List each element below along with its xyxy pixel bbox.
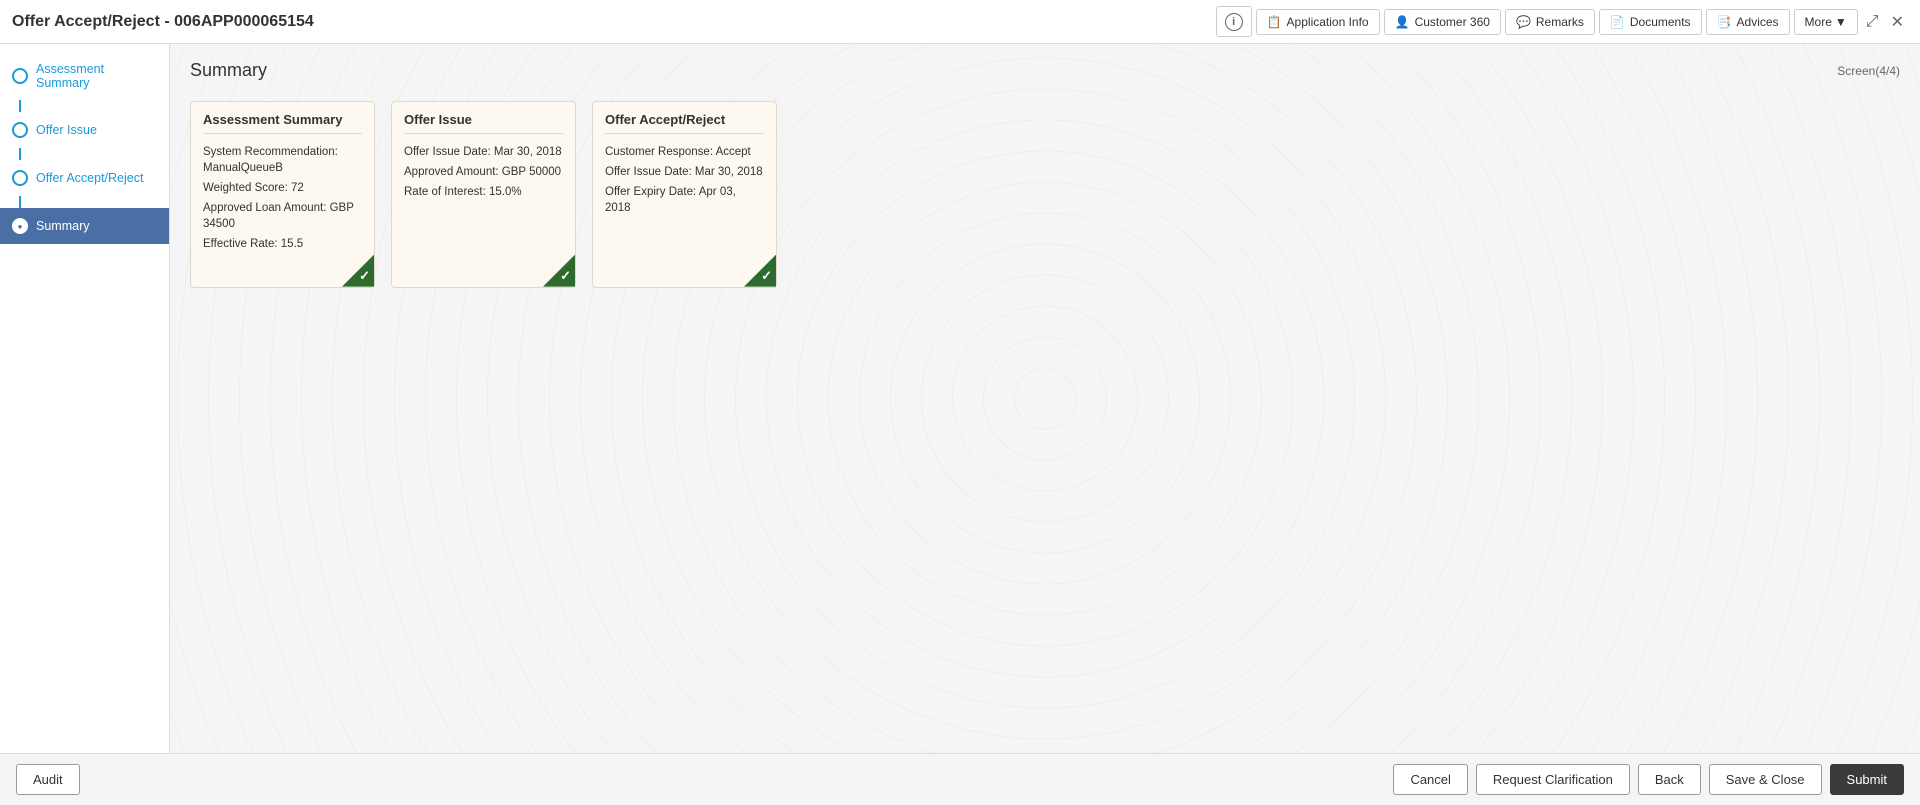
offer-issue-card: Offer Issue Offer Issue Date: Mar 30, 20…	[391, 101, 576, 288]
sidebar-label-offer-issue: Offer Issue	[36, 123, 97, 137]
remarks-icon: 💬	[1516, 15, 1531, 29]
offer-accept-reject-checkmark	[744, 255, 776, 287]
assessment-summary-row-1: System Recommendation: ManualQueueB	[203, 144, 362, 176]
sidebar-item-summary[interactable]: Summary	[0, 208, 169, 244]
offer-accept-reject-row-1: Customer Response: Accept	[605, 144, 764, 160]
offer-issue-checkmark	[543, 255, 575, 287]
page-title: Offer Accept/Reject - 006APP000065154	[12, 13, 314, 31]
assessment-summary-card: Assessment Summary System Recommendation…	[190, 101, 375, 288]
application-info-icon: 📋	[1267, 15, 1282, 29]
more-button[interactable]: More ▼	[1794, 9, 1858, 35]
offer-accept-reject-row-2: Offer Issue Date: Mar 30, 2018	[605, 164, 764, 180]
sidebar-label-offer-accept-reject: Offer Accept/Reject	[36, 171, 143, 185]
offer-issue-card-title: Offer Issue	[404, 112, 563, 134]
assessment-summary-card-title: Assessment Summary	[203, 112, 362, 134]
content-title: Summary	[190, 60, 267, 81]
main-layout: Assessment Summary Offer Issue Offer Acc…	[0, 44, 1920, 753]
resize-button[interactable]: ⤢	[1862, 9, 1883, 35]
back-button[interactable]: Back	[1638, 764, 1701, 795]
assessment-summary-checkmark	[342, 255, 374, 287]
sidebar: Assessment Summary Offer Issue Offer Acc…	[0, 44, 170, 753]
remarks-button[interactable]: 💬 Remarks	[1505, 9, 1595, 35]
footer-right: Cancel Request Clarification Back Save &…	[1393, 764, 1904, 795]
close-button[interactable]: ✕	[1887, 8, 1908, 36]
sidebar-item-assessment-summary[interactable]: Assessment Summary	[0, 52, 169, 100]
customer-360-icon: 👤	[1395, 15, 1410, 29]
info-icon: i	[1225, 13, 1243, 31]
audit-button[interactable]: Audit	[16, 764, 80, 795]
step-circle-2	[12, 122, 28, 138]
sidebar-connector-1	[19, 100, 21, 112]
sidebar-item-offer-accept-reject[interactable]: Offer Accept/Reject	[0, 160, 169, 196]
footer-left: Audit	[16, 764, 80, 795]
offer-accept-reject-card: Offer Accept/Reject Customer Response: A…	[592, 101, 777, 288]
header-actions: i 📋 Application Info 👤 Customer 360 💬 Re…	[1216, 6, 1908, 37]
documents-icon: 📄	[1610, 15, 1625, 29]
application-info-button[interactable]: 📋 Application Info	[1256, 9, 1380, 35]
chevron-down-icon: ▼	[1835, 15, 1847, 29]
sidebar-connector-3	[19, 196, 21, 208]
content-header: Summary Screen(4/4)	[190, 60, 1900, 81]
submit-button[interactable]: Submit	[1830, 764, 1904, 795]
save-close-button[interactable]: Save & Close	[1709, 764, 1822, 795]
assessment-summary-row-2: Weighted Score: 72	[203, 180, 362, 196]
step-circle-3	[12, 170, 28, 186]
sidebar-label-assessment-summary: Assessment Summary	[36, 62, 157, 90]
offer-accept-reject-row-3: Offer Expiry Date: Apr 03, 2018	[605, 184, 764, 216]
offer-issue-row-3: Rate of Interest: 15.0%	[404, 184, 563, 200]
header: Offer Accept/Reject - 006APP000065154 i …	[0, 0, 1920, 44]
sidebar-connector-2	[19, 148, 21, 160]
offer-issue-row-2: Approved Amount: GBP 50000	[404, 164, 563, 180]
screen-info: Screen(4/4)	[1837, 64, 1900, 78]
documents-button[interactable]: 📄 Documents	[1599, 9, 1702, 35]
offer-accept-reject-card-title: Offer Accept/Reject	[605, 112, 764, 134]
assessment-summary-row-3: Approved Loan Amount: GBP 34500	[203, 200, 362, 232]
step-circle-4	[12, 218, 28, 234]
sidebar-item-offer-issue[interactable]: Offer Issue	[0, 112, 169, 148]
advices-button[interactable]: 📑 Advices	[1706, 9, 1790, 35]
info-button[interactable]: i	[1216, 6, 1252, 37]
cancel-button[interactable]: Cancel	[1393, 764, 1467, 795]
request-clarification-button[interactable]: Request Clarification	[1476, 764, 1630, 795]
offer-issue-row-1: Offer Issue Date: Mar 30, 2018	[404, 144, 563, 160]
cards-row: Assessment Summary System Recommendation…	[190, 101, 1900, 288]
step-circle-1	[12, 68, 28, 84]
footer: Audit Cancel Request Clarification Back …	[0, 753, 1920, 805]
customer-360-button[interactable]: 👤 Customer 360	[1384, 9, 1501, 35]
advices-icon: 📑	[1717, 15, 1732, 29]
content-area: Summary Screen(4/4) Assessment Summary S…	[170, 44, 1920, 753]
assessment-summary-row-4: Effective Rate: 15.5	[203, 236, 362, 252]
sidebar-label-summary: Summary	[36, 219, 89, 233]
